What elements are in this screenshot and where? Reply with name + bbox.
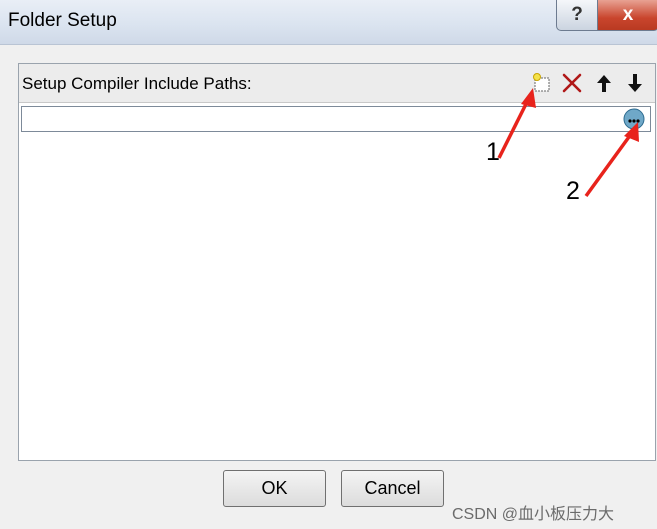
ok-button[interactable]: OK [223,470,326,507]
annotation-label-1: 1 [486,138,500,166]
annotation-arrows [497,88,639,198]
annotation-arrow-2 [584,128,636,198]
cancel-button[interactable]: Cancel [341,470,444,507]
watermark: CSDN @血小板压力大 [452,506,615,523]
annotation-arrow-1 [497,95,532,159]
annotation-label-2: 2 [566,177,580,205]
annotation-arrowhead-1 [521,88,536,108]
